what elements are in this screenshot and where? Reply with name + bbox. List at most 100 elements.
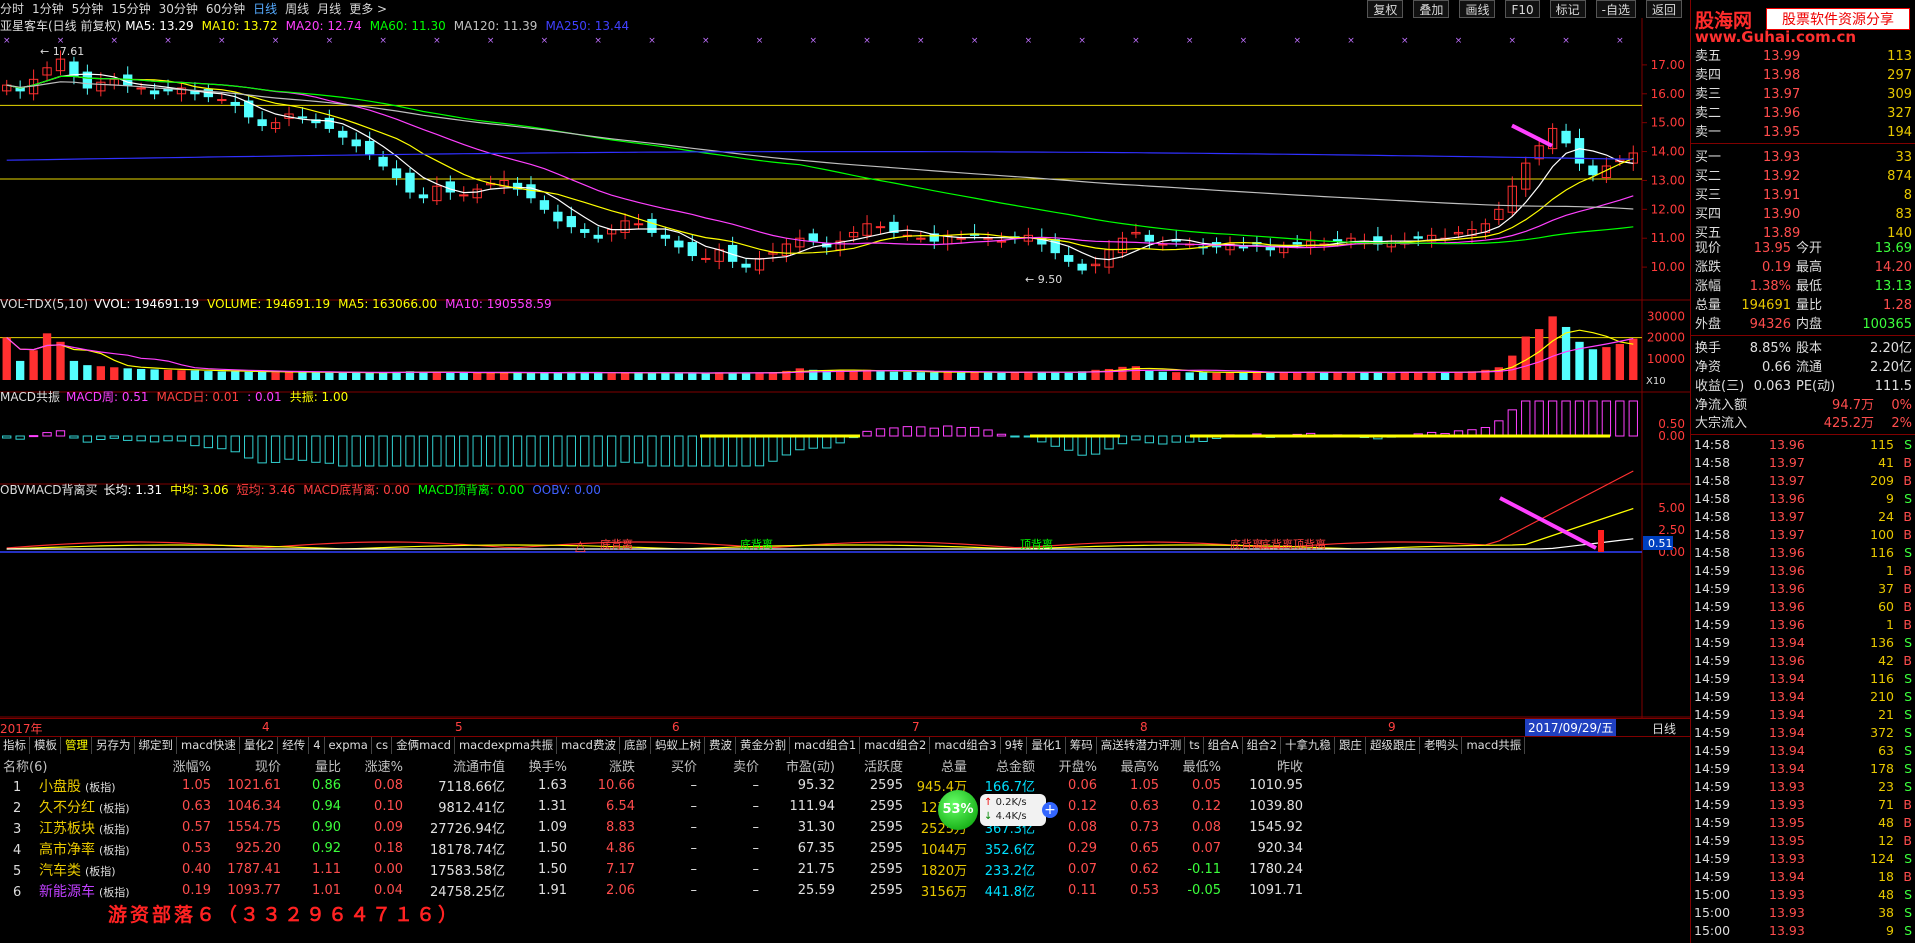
- period-0[interactable]: 分时: [0, 0, 24, 18]
- indicator-tab-20[interactable]: macd组合3: [931, 737, 1001, 754]
- stock-chart[interactable]: 17.00 16.00 15.00 14.00 13.00 12.00 11.00 10.00…: [0, 18, 1690, 718]
- tick-side: B: [1903, 617, 1912, 632]
- toolbar-button-3[interactable]: F10: [1505, 0, 1540, 18]
- column-header[interactable]: 量比: [284, 756, 344, 775]
- column-header[interactable]: 换手%: [508, 756, 570, 775]
- net-speed-widget[interactable]: 53% ↑ 0.2K/s ↓ 4.4K/s +: [938, 790, 1066, 830]
- indicator-tab-16[interactable]: 费波: [706, 737, 736, 754]
- period-4[interactable]: 30分钟: [159, 0, 198, 18]
- table-row[interactable]: 5 汽车类 (板指) 0.40 1787.41 1.11 0.00 17583.58亿 1.50…: [0, 859, 1306, 880]
- toolbar-button-5[interactable]: -自选: [1595, 0, 1636, 18]
- table-row[interactable]: 3 江苏板块 (板指) 0.57 1554.75 0.90 0.09 27726.94亿 1.0…: [0, 817, 1306, 838]
- column-header[interactable]: 最低%: [1162, 756, 1224, 775]
- indicator-tab-12[interactable]: macdexpma共振: [456, 737, 558, 754]
- tick-time: 14:59: [1694, 761, 1731, 776]
- toolbar-button-1[interactable]: 叠加: [1413, 0, 1450, 18]
- indicator-tab-24[interactable]: 高送转潜力评测: [1098, 737, 1186, 754]
- add-icon[interactable]: +: [1042, 802, 1058, 818]
- indicator-tab-27[interactable]: 组合2: [1244, 737, 1281, 754]
- indicator-tab-3[interactable]: 另存为: [93, 737, 135, 754]
- indicator-tab-10[interactable]: cs: [373, 737, 393, 754]
- volume-bar: [701, 373, 710, 380]
- indicator-tab-8[interactable]: 4: [310, 737, 325, 754]
- indicator-tab-29[interactable]: 跟庄: [1336, 737, 1366, 754]
- column-header[interactable]: 开盘%: [1038, 756, 1100, 775]
- period-5[interactable]: 60分钟: [206, 0, 245, 18]
- tick-row: 15:00 13.93 48 S: [1691, 886, 1915, 904]
- tick-row: 14:59 13.93 124 S: [1691, 850, 1915, 868]
- macd-bar: [1158, 435, 1168, 445]
- tick-row: 14:59 13.94 372 S: [1691, 724, 1915, 742]
- indicator-tab-26[interactable]: 组合A: [1205, 737, 1243, 754]
- column-header[interactable]: 买价: [638, 756, 700, 775]
- tick-row: 14:59 13.93 23 S: [1691, 778, 1915, 796]
- tick-volume: 116: [1870, 545, 1894, 560]
- column-header[interactable]: 名称(6): [0, 756, 156, 775]
- column-header[interactable]: 总金额: [970, 756, 1038, 775]
- indicator-tab-25[interactable]: ts: [1186, 737, 1204, 754]
- indicator-tab-15[interactable]: 蚂蚁上树: [652, 737, 705, 754]
- table-row[interactable]: 4 高市净率 (板指) 0.53 925.20 0.92 0.18 18178.74亿 1.50…: [0, 838, 1306, 859]
- indicator-tab-2[interactable]: 管理: [62, 737, 92, 754]
- indicator-tab-9[interactable]: expma: [326, 737, 372, 754]
- column-header[interactable]: 涨跌: [570, 756, 638, 775]
- column-header[interactable]: 涨速%: [344, 756, 406, 775]
- indicator-tab-28[interactable]: 十拿九稳: [1282, 737, 1335, 754]
- indicator-tab-1[interactable]: 模板: [31, 737, 61, 754]
- period-7[interactable]: 周线: [285, 0, 309, 18]
- table-row[interactable]: 6 新能源车 (板指) 0.19 1093.77 1.01 0.04 24758.25亿 1.9…: [0, 880, 1306, 901]
- period-2[interactable]: 5分钟: [72, 0, 104, 18]
- toolbar-button-0[interactable]: 复权: [1367, 0, 1404, 18]
- indicator-tab-4[interactable]: 绑定到: [136, 737, 177, 754]
- orderbook-row[interactable]: 买三 13.91 8: [1691, 187, 1915, 204]
- indicator-tab-19[interactable]: macd组合2: [861, 737, 931, 754]
- period-9[interactable]: 更多 >: [349, 0, 387, 18]
- toolbar-button-6[interactable]: 返回: [1645, 0, 1682, 18]
- indicator-tab-0[interactable]: 指标: [0, 737, 30, 754]
- column-header[interactable]: 总量: [906, 756, 970, 775]
- column-header[interactable]: 现价: [214, 756, 284, 775]
- indicator-tab-18[interactable]: macd组合1: [791, 737, 861, 754]
- period-3[interactable]: 15分钟: [111, 0, 150, 18]
- tick-row: 14:59 13.96 60 B: [1691, 598, 1915, 616]
- indicator-tab-17[interactable]: 黄金分割: [737, 737, 790, 754]
- table-row[interactable]: 1 小盘股 (板指) 1.05 1021.61 0.86 0.08 7118.66亿 1.63 1…: [0, 775, 1306, 796]
- indicator-tab-5[interactable]: macd快速: [178, 737, 240, 754]
- toolbar-button-4[interactable]: 标记: [1549, 0, 1586, 18]
- column-header[interactable]: 涨幅%: [156, 756, 214, 775]
- column-header[interactable]: 最高%: [1100, 756, 1162, 775]
- period-6[interactable]: 日线: [253, 0, 277, 18]
- volume-bar: [1494, 367, 1504, 380]
- indicator-tab-21[interactable]: 9转: [1002, 737, 1028, 754]
- volume-bar: [244, 371, 253, 380]
- orderbook-row[interactable]: 卖一 13.95 194: [1691, 124, 1915, 141]
- indicator-tab-11[interactable]: 金俩macd: [393, 737, 455, 754]
- column-header[interactable]: 活跃度: [838, 756, 906, 775]
- indicator-tab-31[interactable]: 老鸭头: [1421, 737, 1463, 754]
- period-1[interactable]: 1分钟: [32, 0, 64, 18]
- indicator-tab-30[interactable]: 超级跟庄: [1367, 737, 1420, 754]
- orderbook-row[interactable]: 卖四 13.98 297: [1691, 67, 1915, 84]
- period-8[interactable]: 月线: [317, 0, 341, 18]
- orderbook-row[interactable]: 买一 13.93 33: [1691, 149, 1915, 166]
- indicator-tab-23[interactable]: 筹码: [1067, 737, 1097, 754]
- indicator-tab-32[interactable]: macd共振: [1463, 737, 1526, 754]
- table-row[interactable]: 2 久不分红 (板指) 0.63 1046.34 0.94 0.10 9812.41亿 1.31…: [0, 796, 1306, 817]
- indicator-tab-22[interactable]: 量化1: [1028, 737, 1066, 754]
- column-header[interactable]: 卖价: [700, 756, 762, 775]
- indicator-tab-7[interactable]: 经传: [279, 737, 310, 754]
- column-header[interactable]: 昨收: [1224, 756, 1306, 775]
- indicator-tab-6[interactable]: 量化2: [241, 737, 279, 754]
- orderbook-row[interactable]: 买四 13.90 83: [1691, 206, 1915, 223]
- column-header[interactable]: 市盈(动): [762, 756, 838, 775]
- orderbook-row[interactable]: 卖二 13.96 327: [1691, 105, 1915, 122]
- indicator-tab-14[interactable]: 底部: [621, 737, 651, 754]
- toolbar-button-2[interactable]: 画线: [1459, 0, 1496, 18]
- orderbook-row[interactable]: 卖五 13.99 113: [1691, 48, 1915, 65]
- marker-x: ×: [433, 36, 441, 46]
- column-header[interactable]: 流通市值: [406, 756, 508, 775]
- indicator-tab-13[interactable]: macd费波: [558, 737, 620, 754]
- orderbook-row[interactable]: 卖三 13.97 309: [1691, 86, 1915, 103]
- orderbook-row[interactable]: 买二 13.92 874: [1691, 168, 1915, 185]
- marker-x: ×: [1509, 36, 1517, 46]
